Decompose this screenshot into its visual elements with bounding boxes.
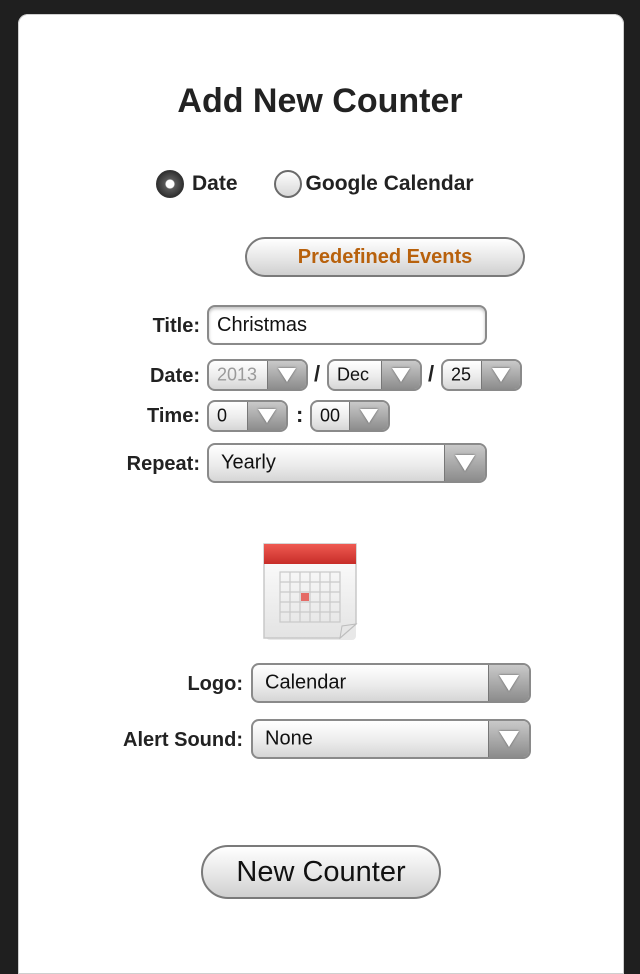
hour-select[interactable]: 0 xyxy=(207,400,288,432)
logo-dropdown-arrow xyxy=(488,665,529,701)
chevron-down-icon xyxy=(499,675,519,691)
new-counter-label: New Counter xyxy=(236,855,406,888)
month-dropdown-arrow xyxy=(381,361,420,389)
day-select[interactable]: 25 xyxy=(441,359,522,391)
year-select[interactable]: 2013 xyxy=(207,359,308,391)
logo-value: Calendar xyxy=(265,671,347,694)
alert-sound-label: Alert Sound: xyxy=(123,729,243,751)
year-value: 2013 xyxy=(217,364,258,385)
date-radio[interactable] xyxy=(156,170,184,198)
title-label: Title: xyxy=(152,315,200,337)
form-panel xyxy=(18,14,624,974)
chevron-down-icon xyxy=(499,731,519,747)
google-calendar-radio-label: Google Calendar xyxy=(305,172,474,195)
hour-value: 0 xyxy=(217,405,228,426)
repeat-dropdown-arrow xyxy=(444,445,485,481)
chevron-down-icon xyxy=(258,409,276,423)
hour-dropdown-arrow xyxy=(247,402,286,430)
page-title: Add New Counter xyxy=(177,82,463,120)
alert-sound-value: None xyxy=(265,727,313,750)
date-radio-label: Date xyxy=(192,172,238,195)
logo-select[interactable]: Calendar xyxy=(251,663,531,703)
day-value: 25 xyxy=(451,364,472,385)
repeat-select[interactable]: Yearly xyxy=(207,443,487,483)
minute-dropdown-arrow xyxy=(349,402,388,430)
chevron-down-icon xyxy=(278,368,296,382)
month-select[interactable]: Dec xyxy=(327,359,422,391)
minute-select[interactable]: 00 xyxy=(310,400,390,432)
predefined-events-button[interactable]: Predefined Events xyxy=(245,237,525,277)
predefined-events-label: Predefined Events xyxy=(297,245,473,268)
google-calendar-option[interactable]: Google Calendar xyxy=(273,170,474,198)
new-counter-button[interactable]: New Counter xyxy=(201,845,441,899)
alert-sound-dropdown-arrow xyxy=(488,721,529,757)
chevron-down-icon xyxy=(360,409,378,423)
repeat-value: Yearly xyxy=(221,451,276,474)
chevron-down-icon xyxy=(392,368,410,382)
title-input[interactable] xyxy=(207,305,487,345)
alert-sound-select[interactable]: None xyxy=(251,719,531,759)
date-separator-1: / xyxy=(314,361,321,386)
google-calendar-radio[interactable] xyxy=(273,170,302,198)
calendar-icon xyxy=(263,543,358,640)
chevron-down-icon xyxy=(492,368,510,382)
time-label: Time: xyxy=(147,405,200,427)
month-value: Dec xyxy=(337,364,370,385)
chevron-down-icon xyxy=(455,455,475,471)
source-radio-group: Date Google Calendar xyxy=(156,170,474,198)
day-dropdown-arrow xyxy=(481,361,520,389)
logo-label: Logo: xyxy=(187,673,243,695)
date-label: Date: xyxy=(149,365,200,387)
date-separator-2: / xyxy=(428,361,435,386)
date-option[interactable]: Date xyxy=(156,170,238,198)
year-dropdown-arrow xyxy=(267,361,306,389)
time-separator: : xyxy=(296,402,304,427)
minute-value: 00 xyxy=(320,405,341,426)
repeat-label: Repeat: xyxy=(126,453,200,475)
